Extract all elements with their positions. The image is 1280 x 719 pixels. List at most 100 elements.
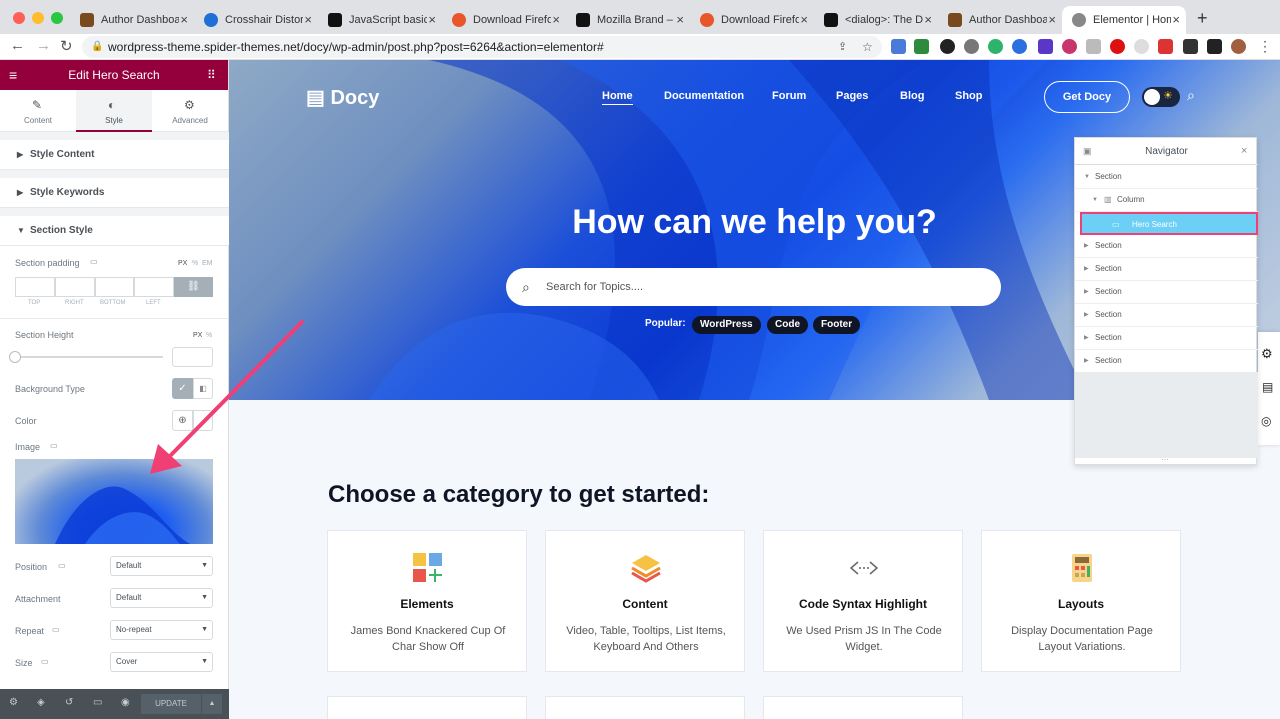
resize-handle-icon[interactable]: ··· xyxy=(1161,455,1169,464)
translate-extension-icon[interactable] xyxy=(891,39,906,54)
tab-advanced[interactable]: ⚙ Advanced xyxy=(152,90,228,132)
close-tab-icon[interactable]: × xyxy=(676,12,684,27)
height-input[interactable] xyxy=(172,347,213,367)
forward-icon[interactable]: → xyxy=(36,37,51,54)
browser-tab[interactable]: Download Firefox × xyxy=(690,6,814,34)
browser-tab[interactable]: Author Dashboard× xyxy=(938,6,1062,34)
back-icon[interactable]: ← xyxy=(10,37,25,54)
site-logo[interactable]: ▤ Docy xyxy=(306,85,379,110)
category-card-partial[interactable] xyxy=(545,696,745,719)
popular-tag-wordpress[interactable]: WordPress xyxy=(692,316,761,334)
color-picker-swatch[interactable] xyxy=(193,410,213,431)
tab-style[interactable]: ◐ Style xyxy=(76,90,152,132)
close-icon[interactable]: × xyxy=(1241,138,1247,165)
search-icon[interactable]: ⌕ xyxy=(1187,87,1195,104)
browser-tab[interactable]: Author Dashboard× xyxy=(70,6,194,34)
size-select[interactable]: Cover ▼ xyxy=(110,652,213,672)
popular-tag-footer[interactable]: Footer xyxy=(813,316,861,334)
navigator-row-section[interactable]: ▶ Section xyxy=(1075,304,1258,327)
reload-icon[interactable]: ↻ xyxy=(60,37,73,55)
accordion-style-content[interactable]: ▶ Style Content xyxy=(0,140,229,170)
padding-bottom-input[interactable] xyxy=(95,277,134,297)
close-window-button[interactable] xyxy=(13,12,25,24)
nav-home[interactable]: Home xyxy=(602,90,633,105)
category-card-partial[interactable] xyxy=(327,696,527,719)
extension-icon[interactable] xyxy=(1012,39,1027,54)
category-card-content[interactable]: Content Video, Table, Tooltips, List Ite… xyxy=(545,530,745,672)
height-slider-handle[interactable] xyxy=(9,351,21,363)
collapse-all-icon[interactable]: ▣ xyxy=(1083,138,1092,165)
widgets-grid-icon[interactable]: ⠿ xyxy=(207,60,216,90)
unit-px[interactable]: PX xyxy=(193,332,202,339)
accordion-section-style[interactable]: ▼ Section Style xyxy=(0,216,229,246)
nav-documentation[interactable]: Documentation xyxy=(664,90,744,102)
height-slider-track[interactable] xyxy=(15,356,163,358)
padding-top-input[interactable] xyxy=(15,277,55,297)
navigator-row-section[interactable]: ▶ Section xyxy=(1075,235,1258,258)
link-values-button[interactable]: ⛓ xyxy=(174,277,213,297)
close-tab-icon[interactable]: × xyxy=(1172,12,1180,27)
desktop-icon[interactable]: ▭ xyxy=(50,441,58,450)
mail-icon[interactable] xyxy=(1158,39,1173,54)
repeat-select[interactable]: No-repeat ▼ xyxy=(110,620,213,640)
minimize-window-button[interactable] xyxy=(32,12,44,24)
close-tab-icon[interactable]: × xyxy=(1048,12,1056,27)
tab-content[interactable]: ✎ Content xyxy=(0,90,76,132)
desktop-icon[interactable]: ▭ xyxy=(58,561,66,570)
hero-search-input[interactable]: ⌕ Search for Topics.... xyxy=(506,268,1001,306)
close-tab-icon[interactable]: × xyxy=(428,12,436,27)
close-tab-icon[interactable]: × xyxy=(552,12,560,27)
address-bar[interactable]: 🔒 wordpress-theme.spider-themes.net/docy… xyxy=(82,36,882,58)
navigator-row-hero-search[interactable]: ▭ Hero Search xyxy=(1080,212,1258,235)
puzzle-icon[interactable] xyxy=(1183,39,1198,54)
dark-mode-toggle[interactable]: ☀ xyxy=(1142,87,1180,107)
browser-tab[interactable]: Mozilla Brand – M× xyxy=(566,6,690,34)
navigator-row-section[interactable]: ▶ Section xyxy=(1075,281,1258,304)
nav-pages[interactable]: Pages xyxy=(836,90,868,102)
nav-blog[interactable]: Blog xyxy=(900,90,924,102)
desktop-icon[interactable]: ▭ xyxy=(90,257,98,266)
desktop-icon[interactable]: ▭ xyxy=(41,657,49,666)
category-card-partial[interactable] xyxy=(763,696,963,719)
history-icon[interactable]: ↺ xyxy=(65,697,73,708)
get-docy-button[interactable]: Get Docy xyxy=(1044,81,1130,113)
extension-icon[interactable] xyxy=(964,39,979,54)
nav-shop[interactable]: Shop xyxy=(955,90,983,102)
extension-icon[interactable] xyxy=(1062,39,1077,54)
browser-tab[interactable]: Crosshair Distortion× xyxy=(194,6,318,34)
navigator-row-column[interactable]: ▼ ▥ Column xyxy=(1075,189,1258,212)
navigator-row-section[interactable]: ▶ Section xyxy=(1075,327,1258,350)
padding-left-input[interactable] xyxy=(134,277,174,297)
update-options-caret-icon[interactable]: ▲ xyxy=(202,694,222,714)
extension-icon[interactable] xyxy=(1038,39,1053,54)
unit-px[interactable]: PX xyxy=(178,260,187,267)
share-icon[interactable]: ⇪ xyxy=(838,36,847,58)
navigator-row-section[interactable]: ▼ Section xyxy=(1075,166,1258,189)
layers-icon[interactable]: ◈ xyxy=(37,697,45,708)
avatar[interactable] xyxy=(1231,39,1246,54)
browser-tab[interactable]: <dialog>: The Di × xyxy=(814,6,938,34)
unit-percent[interactable]: % xyxy=(206,332,212,339)
navigator-row-section[interactable]: ▶ Section xyxy=(1075,258,1258,281)
responsive-icon[interactable]: ▭ xyxy=(93,697,102,708)
category-card-layouts[interactable]: Layouts Display Documentation Page Layou… xyxy=(981,530,1181,672)
sidebar-icon[interactable] xyxy=(1207,39,1222,54)
padding-right-input[interactable] xyxy=(55,277,95,297)
background-image-preview[interactable] xyxy=(15,459,213,544)
update-button[interactable]: UPDATE xyxy=(141,694,201,714)
help-circle-icon[interactable]: ◎ xyxy=(1261,414,1271,428)
bookmark-star-icon[interactable]: ☆ xyxy=(862,36,873,58)
popular-tag-code[interactable]: Code xyxy=(767,316,808,334)
close-tab-icon[interactable]: × xyxy=(800,12,808,27)
extension-icon[interactable] xyxy=(940,39,955,54)
desktop-icon[interactable]: ▭ xyxy=(52,625,60,634)
browser-tab[interactable]: JavaScript basics × xyxy=(318,6,442,34)
browser-tab-active[interactable]: Elementor | Home× xyxy=(1062,6,1186,34)
attachment-select[interactable]: Default ▼ xyxy=(110,588,213,608)
navigator-header[interactable]: ▣ Navigator × xyxy=(1075,138,1258,165)
bg-gradient-button[interactable]: ◧ xyxy=(193,378,213,399)
nav-forum[interactable]: Forum xyxy=(772,90,806,102)
preview-eye-icon[interactable]: ◉ xyxy=(121,697,130,708)
more-menu-icon[interactable]: ⋮ xyxy=(1258,38,1272,55)
global-color-button[interactable]: ⊕ xyxy=(172,410,193,431)
